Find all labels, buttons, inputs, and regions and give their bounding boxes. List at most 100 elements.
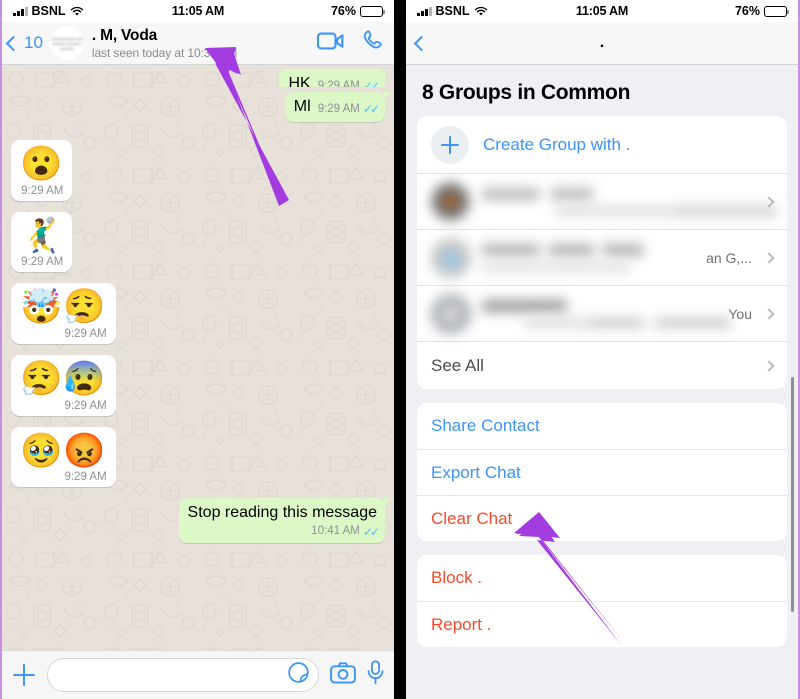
chat-actions-card: Share Contact Export Chat Clear Chat: [417, 403, 787, 541]
sticker-emoji: 🤾‍♂️: [20, 216, 64, 255]
contact-info-navbar: .: [406, 22, 798, 65]
group-row[interactable]: You: [417, 285, 787, 341]
navbar-title: .: [599, 34, 605, 51]
group-avatar: [431, 181, 471, 222]
message-time: 9:29 AM: [64, 471, 107, 484]
status-bar-right: 76%: [734, 4, 790, 18]
group-subtitle: [524, 317, 732, 328]
sticker-emoji: 🤯😮‍💨: [20, 288, 107, 327]
create-group-row[interactable]: Create Group with .: [417, 116, 787, 173]
sticker-emoji: 😮‍💨😰: [20, 360, 107, 399]
sticker-emoji: 🥹😡: [20, 431, 107, 470]
battery-icon: [764, 5, 790, 17]
header-actions: [316, 29, 384, 57]
message-input-field[interactable]: [47, 658, 319, 692]
see-all-label: See All: [431, 355, 484, 375]
message-input-bar: [2, 650, 394, 699]
contact-info-scroll[interactable]: 8 Groups in Common Create Group with . a…: [406, 65, 798, 699]
read-receipt-double-check-icon: ✓✓: [362, 524, 380, 539]
see-all-row[interactable]: See All: [417, 341, 787, 389]
message-bubble[interactable]: Ml 9:29 AM ✓✓: [11, 92, 392, 122]
group-subtitle: [482, 261, 632, 272]
sticker-icon[interactable]: [288, 662, 309, 688]
right-status-bar: BSNL 11:05 AM 76%: [406, 0, 798, 22]
message-meta: 9:29 AM ✓✓: [317, 78, 380, 87]
read-receipt-double-check-icon: ✓✓: [362, 101, 380, 116]
plus-icon[interactable]: [12, 663, 36, 687]
vertical-scrollbar[interactable]: [790, 377, 794, 612]
contact-avatar[interactable]: aaaaaaaaaaaa aaaaaaaaaa aaaaaa aaaaaaaa: [49, 26, 84, 60]
camera-icon[interactable]: [330, 661, 356, 689]
group-trailing-label: an G,...: [706, 249, 752, 266]
back-button[interactable]: 10: [5, 33, 43, 53]
group-name: [482, 187, 633, 200]
share-contact-row[interactable]: Share Contact: [417, 403, 787, 449]
group-text: [482, 243, 695, 272]
chevron-left-icon: [5, 35, 22, 51]
message-bubble-clipped[interactable]: HK 9:29 AM ✓✓: [11, 69, 385, 87]
create-group-label: Create Group with .: [483, 134, 631, 154]
group-row[interactable]: an G,...: [417, 229, 787, 285]
sticker-message[interactable]: 🤾‍♂️ 9:29 AM: [11, 211, 73, 273]
avatar-blurred-text: aaaaaaaaaaaa aaaaaaaaaa aaaaaa aaaaaaaa: [51, 35, 83, 51]
message-text: Ml: [293, 98, 311, 115]
clear-chat-row[interactable]: Clear Chat: [417, 495, 787, 541]
group-subtitle: [554, 205, 778, 216]
group-avatar: [431, 293, 471, 334]
messages-container: HK 9:29 AM ✓✓ Ml 9:29 AM: [2, 65, 394, 650]
chevron-right-icon: [763, 359, 775, 372]
microphone-icon[interactable]: [367, 660, 384, 690]
chevron-right-icon: [763, 251, 775, 264]
left-status-bar: BSNL 11:05 AM 76%: [2, 0, 394, 22]
message-time: 9:29 AM: [21, 256, 64, 269]
message-time: 9:29 AM: [21, 184, 64, 197]
block-contact-row[interactable]: Block .: [417, 555, 787, 601]
sticker-message[interactable]: 😮 9:29 AM: [11, 140, 73, 201]
contact-name: . M, Voda: [91, 26, 158, 44]
message-time: 10:41 AM: [311, 525, 360, 538]
battery-percent-label: 76%: [330, 4, 356, 18]
message-time: 9:29 AM: [317, 102, 360, 115]
battery-icon: [360, 5, 386, 17]
chevron-right-icon: [763, 307, 775, 320]
groups-in-common-title: 8 Groups in Common: [422, 81, 631, 104]
group-name: [482, 243, 674, 256]
message-bubble[interactable]: Stop reading this message 10:41 AM ✓✓: [11, 498, 392, 543]
group-avatar: [431, 237, 471, 278]
plus-circle-icon: [431, 125, 469, 164]
phone-call-icon[interactable]: [361, 29, 384, 57]
message-time: 9:29 AM: [64, 399, 107, 412]
export-chat-row[interactable]: Export Chat: [417, 449, 787, 495]
battery-percent-label: 76%: [734, 4, 760, 18]
sticker-emoji: 😮: [20, 145, 64, 183]
contact-info-content: 8 Groups in Common Create Group with . a…: [406, 65, 798, 647]
sticker-message[interactable]: 🤯😮‍💨 9:29 AM: [11, 283, 116, 345]
sticker-message[interactable]: 🥹😡 9:29 AM: [11, 426, 116, 488]
right-phone-screen: BSNL 11:05 AM 76% . 8 Groups in Common C…: [406, 0, 798, 699]
danger-actions-card: Block . Report .: [417, 555, 787, 647]
message-text: Stop reading this message: [187, 504, 377, 522]
group-text: [482, 187, 778, 216]
message-meta: 10:41 AM ✓✓: [188, 524, 380, 539]
panel-divider: [394, 0, 406, 699]
contact-info[interactable]: . M, Voda last seen today at 10:31 AM: [92, 27, 311, 60]
screenshot-root: BSNL 11:05 AM 76% 10 aaaaaaaaaaaa aaaaaa…: [0, 0, 800, 699]
chat-header: 10 aaaaaaaaaaaa aaaaaaaaaa aaaaaa aaaaaa…: [2, 22, 394, 65]
message-time: 9:29 AM: [64, 328, 107, 341]
group-trailing-label: You: [728, 305, 752, 322]
last-seen-text: last seen today at 10:31 AM: [91, 45, 238, 60]
read-receipt-double-check-icon: ✓✓: [362, 78, 380, 87]
video-call-icon[interactable]: [316, 32, 344, 55]
groups-card: Create Group with . an G,... You See All: [417, 116, 787, 389]
group-row[interactable]: [417, 173, 787, 229]
left-phone-screen: BSNL 11:05 AM 76% 10 aaaaaaaaaaaa aaaaaa…: [2, 0, 394, 699]
message-meta: 9:29 AM ✓✓: [317, 101, 380, 117]
report-contact-row[interactable]: Report .: [417, 601, 787, 647]
status-bar-right: 76%: [330, 4, 386, 18]
message-time: 9:29 AM: [317, 79, 360, 87]
group-text: [482, 299, 732, 328]
group-name: [482, 299, 567, 312]
sticker-message[interactable]: 😮‍💨😰 9:29 AM: [11, 355, 116, 416]
message-text: HK: [288, 75, 311, 87]
chat-message-list[interactable]: HK 9:29 AM ✓✓ Ml 9:29 AM: [2, 65, 394, 650]
